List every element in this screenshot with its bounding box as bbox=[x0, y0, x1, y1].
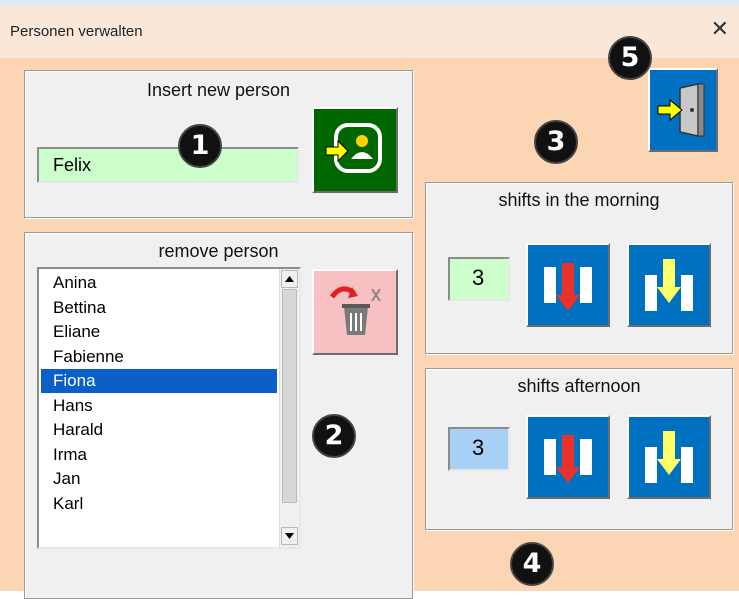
listbox-scrollbar[interactable] bbox=[279, 269, 299, 547]
close-button[interactable]: ✕ bbox=[711, 18, 729, 40]
scroll-thumb[interactable] bbox=[282, 289, 297, 503]
decrease-arrow-icon bbox=[544, 435, 592, 483]
callout-badge-3: 3 bbox=[534, 120, 578, 164]
afternoon-shifts-frame: shifts afternoon 3 bbox=[425, 368, 733, 530]
list-item[interactable]: Fabienne bbox=[41, 345, 277, 369]
remove-person-frame: remove person Anina Bettina Eliane Fabienne… bbox=[24, 232, 413, 599]
callout-badge-2: 2 bbox=[312, 414, 356, 458]
list-item[interactable]: Hans bbox=[41, 394, 277, 418]
person-listbox[interactable]: Anina Bettina Eliane Fabienne Fiona Hans Haral… bbox=[37, 267, 301, 549]
list-item[interactable]: Fiona bbox=[41, 369, 277, 393]
list-item[interactable]: Eliane bbox=[41, 320, 277, 344]
exit-door-icon bbox=[657, 83, 705, 137]
increase-arrow-icon bbox=[645, 259, 693, 311]
exit-button[interactable] bbox=[648, 68, 718, 152]
morning-increase-button[interactable] bbox=[627, 243, 711, 327]
morning-decrease-button[interactable] bbox=[526, 243, 610, 327]
dialog-client-area: Insert new person Felix remove person An… bbox=[0, 36, 739, 599]
callout-badge-5: 5 bbox=[608, 36, 652, 80]
scroll-up-button[interactable] bbox=[281, 270, 298, 288]
remove-person-label: remove person bbox=[158, 241, 279, 261]
afternoon-increase-button[interactable] bbox=[627, 415, 711, 499]
increase-arrow-icon bbox=[645, 431, 693, 483]
afternoon-shifts-count[interactable]: 3 bbox=[448, 427, 510, 471]
list-item[interactable]: Harald bbox=[41, 418, 277, 442]
callout-badge-4: 4 bbox=[510, 542, 554, 586]
list-item[interactable]: Irma bbox=[41, 443, 277, 467]
scroll-up-arrow-icon bbox=[285, 276, 294, 282]
scroll-down-button[interactable] bbox=[281, 527, 298, 545]
list-item[interactable]: Jan bbox=[41, 467, 277, 491]
list-item[interactable]: Bettina bbox=[41, 296, 277, 320]
window-title: Personen verwalten bbox=[10, 23, 143, 40]
trash-delete-icon bbox=[329, 286, 381, 335]
title-bar-strip bbox=[0, 0, 739, 6]
morning-shifts-count[interactable]: 3 bbox=[448, 257, 510, 301]
delete-person-button[interactable] bbox=[312, 269, 398, 355]
morning-shifts-label: shifts in the morning bbox=[498, 190, 660, 210]
afternoon-shifts-label: shifts afternoon bbox=[517, 376, 641, 396]
afternoon-decrease-button[interactable] bbox=[526, 415, 610, 499]
list-item[interactable]: Anina bbox=[41, 271, 277, 295]
callout-badge-1: 1 bbox=[178, 124, 222, 168]
new-person-name-input[interactable]: Felix bbox=[37, 147, 299, 183]
list-item[interactable]: Karl bbox=[41, 492, 277, 516]
scroll-down-arrow-icon bbox=[285, 533, 294, 539]
insert-person-label: Insert new person bbox=[146, 80, 291, 100]
decrease-arrow-icon bbox=[544, 263, 592, 311]
add-person-button[interactable] bbox=[312, 107, 398, 193]
add-person-icon bbox=[325, 123, 382, 173]
morning-shifts-frame: shifts in the morning 3 bbox=[425, 182, 733, 354]
